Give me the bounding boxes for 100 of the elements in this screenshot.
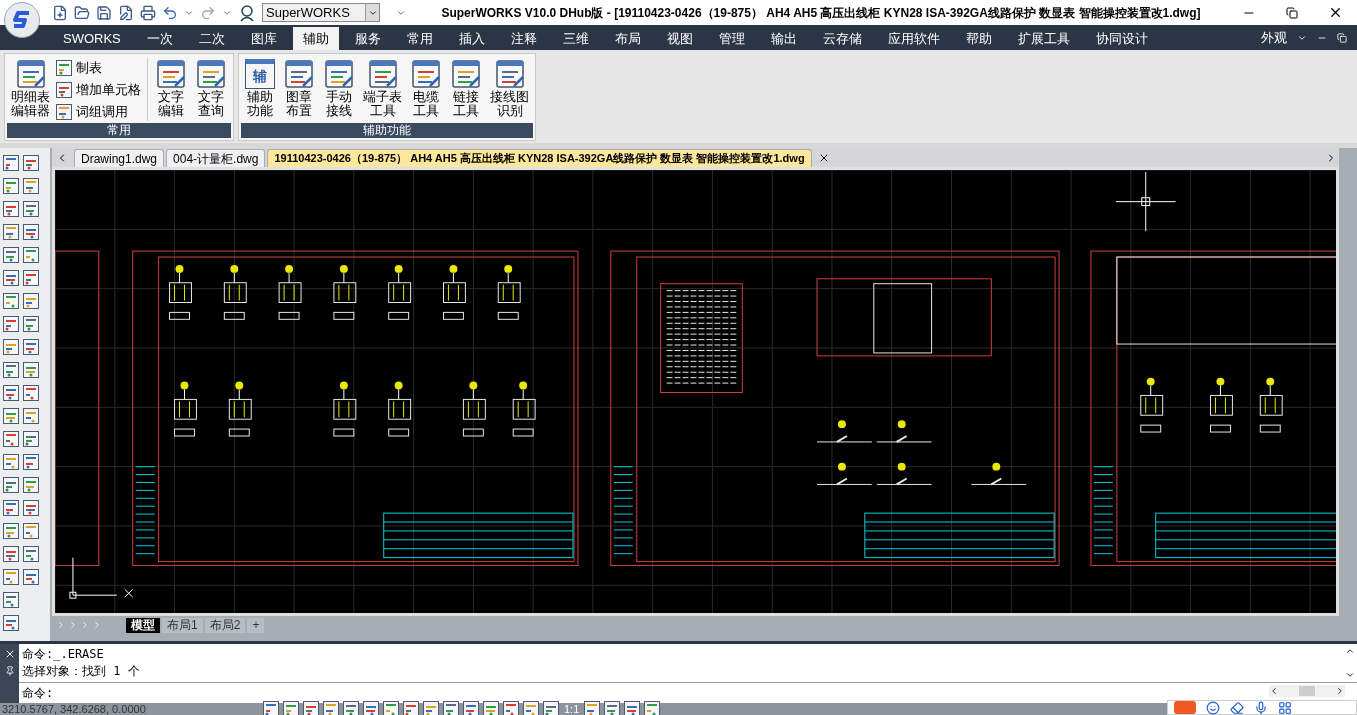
appearance-menu[interactable]: 外观 [1261, 27, 1287, 48]
ribbon-tab[interactable]: 布局 [604, 27, 651, 50]
tool-icon[interactable] [22, 384, 40, 402]
tool-icon[interactable] [2, 154, 20, 172]
tool-icon[interactable] [2, 407, 20, 425]
tool-icon[interactable] [55, 58, 73, 77]
status-toggle-icon[interactable] [482, 700, 500, 715]
ribbon-button[interactable]: 图章 布置 [280, 58, 318, 118]
scroll-right-icon[interactable] [1335, 686, 1345, 696]
tool-icon[interactable] [2, 200, 20, 218]
horizontal-scrollbar[interactable] [1269, 685, 1345, 697]
toolbar-icon[interactable] [74, 4, 90, 21]
ribbon-tab[interactable]: 协同设计 [1085, 27, 1158, 50]
scroll-up-icon[interactable] [1345, 646, 1355, 656]
tool-icon[interactable] [2, 292, 20, 310]
status-toggle-icon[interactable] [322, 700, 340, 715]
scroll-left-icon[interactable] [1269, 686, 1279, 696]
status-toggle-icon[interactable] [542, 700, 560, 715]
tool-icon[interactable] [2, 499, 20, 517]
ribbon-tab[interactable]: 插入 [448, 27, 495, 50]
tool-icon[interactable] [22, 361, 40, 379]
tool-icon[interactable] [22, 292, 40, 310]
ribbon-button[interactable]: 链接 工具 [447, 58, 485, 118]
tool-icon[interactable] [2, 177, 20, 195]
ribbon-tab[interactable]: 注释 [500, 27, 547, 50]
layout-tab[interactable]: 布局1 [162, 617, 203, 633]
ribbon-button[interactable]: 明细表 编辑器 [8, 58, 53, 118]
tool-icon[interactable] [22, 223, 40, 241]
tool-icon[interactable] [2, 430, 20, 448]
status-toggle-icon[interactable] [583, 700, 602, 715]
ribbon-button[interactable]: 文字 查询 [192, 58, 230, 118]
status-toggle-icon[interactable] [362, 700, 380, 715]
tool-icon[interactable] [2, 591, 20, 609]
ribbon-button[interactable]: 接线图 识别 [487, 58, 532, 118]
document-tab[interactable]: Drawing1.dwg [74, 149, 165, 167]
layout-tab[interactable]: + [247, 617, 265, 633]
ribbon-button[interactable]: 手动 接线 [320, 58, 358, 118]
tool-icon[interactable] [22, 338, 40, 356]
ribbon-tab[interactable]: 扩展工具 [1007, 27, 1080, 50]
scroll-thumb[interactable] [1299, 686, 1315, 696]
ribbon-tab[interactable]: 辅助 [292, 27, 339, 50]
ribbon-button[interactable]: 端子表 工具 [360, 58, 405, 118]
command-input[interactable]: 命令: [19, 684, 1269, 702]
status-toggle-icon[interactable] [402, 700, 420, 715]
ribbon-tab[interactable]: SWORKS [53, 27, 131, 50]
ribbon-small-button[interactable]: 制表 [55, 58, 141, 77]
scroll-down-icon[interactable] [1345, 670, 1355, 680]
status-toggle-icon[interactable] [522, 700, 540, 715]
layout-tab[interactable]: 模型 [126, 617, 160, 633]
tool-icon[interactable] [2, 315, 20, 333]
ribbon-tab[interactable]: 服务 [344, 27, 391, 50]
workspace-icon[interactable] [238, 3, 256, 22]
restore-icon[interactable] [1286, 6, 1298, 19]
tool-icon[interactable] [22, 177, 40, 195]
tool-icon[interactable] [2, 568, 20, 586]
toolbar-icon[interactable] [52, 4, 68, 21]
ribbon-tab[interactable]: 图库 [240, 27, 287, 50]
ribbon-tab[interactable]: 云存储 [812, 27, 872, 50]
tool-icon[interactable] [22, 430, 40, 448]
status-toggle-icon[interactable] [282, 700, 300, 715]
tool-icon[interactable] [2, 223, 20, 241]
tool-icon[interactable] [2, 338, 20, 356]
status-toggle-icon[interactable] [442, 700, 460, 715]
document-tab[interactable]: 004-计量柜.dwg [166, 149, 266, 167]
tool-icon[interactable] [2, 269, 20, 287]
tool-icon[interactable] [22, 315, 40, 333]
ribbon-tab[interactable]: 一次 [136, 27, 183, 50]
tool-icon[interactable] [22, 269, 40, 287]
status-toggle-icon[interactable] [502, 700, 520, 715]
ribbon-button[interactable]: 文字 编辑 [152, 58, 190, 118]
tool-icon[interactable] [22, 453, 40, 471]
tool-icon[interactable] [55, 102, 73, 121]
status-toggle-icon[interactable] [603, 700, 622, 715]
tool-icon[interactable] [2, 384, 20, 402]
status-toggle-icon[interactable] [302, 700, 320, 715]
ribbon-tab[interactable]: 视图 [656, 27, 703, 50]
tool-icon[interactable] [22, 200, 40, 218]
ribbon-button[interactable]: 辅 辅助 功能 [242, 58, 278, 118]
tool-icon[interactable] [22, 407, 40, 425]
tool-icon[interactable] [22, 476, 40, 494]
tool-icon[interactable] [2, 522, 20, 540]
ribbon-tab[interactable]: 三维 [552, 27, 599, 50]
toolbar-icon[interactable] [140, 4, 156, 21]
ribbon-tab[interactable]: 二次 [188, 27, 235, 50]
tool-icon[interactable] [2, 246, 20, 264]
status-toggle-icon[interactable] [382, 700, 400, 715]
status-toggle-icon[interactable] [342, 700, 360, 715]
status-toggle-icon[interactable] [623, 700, 642, 715]
ribbon-small-button[interactable]: 词组调用 [55, 102, 141, 121]
tool-icon[interactable] [22, 568, 40, 586]
document-tab[interactable]: 19110423-0426（19-875） AH4 AH5 高压出线柜 KYN28 ISA-392GA线路保护 数显表 智能操控装置改1.dwg [267, 149, 812, 167]
pin-icon[interactable] [4, 666, 15, 676]
ribbon-small-button[interactable]: 增加单元格 [55, 80, 141, 99]
tool-icon[interactable] [2, 545, 20, 563]
ribbon-button[interactable]: 电缆 工具 [407, 58, 445, 118]
tool-icon[interactable] [2, 361, 20, 379]
status-toggle-icon[interactable] [422, 700, 440, 715]
layout-tab[interactable]: 布局2 [204, 617, 246, 633]
close-icon[interactable] [1328, 5, 1343, 20]
status-toggle-icon[interactable] [462, 700, 480, 715]
